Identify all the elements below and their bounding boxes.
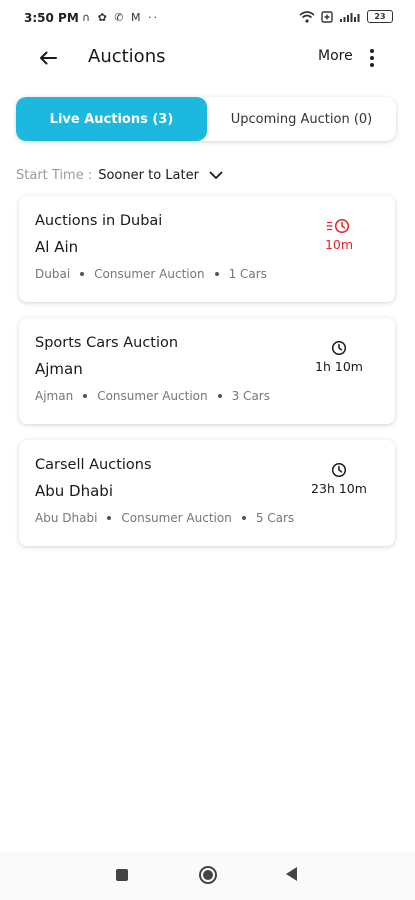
signal-icon xyxy=(340,12,360,22)
sort-row: Start Time : Sooner to Later xyxy=(16,165,223,185)
auction-meta: Dubai Consumer Auction 1 Cars xyxy=(35,267,267,281)
more-dots-icon: ·· xyxy=(148,11,159,24)
separator-dot xyxy=(80,272,85,276)
tab-live-auctions[interactable]: Live Auctions (3) xyxy=(16,97,207,141)
auction-meta: Ajman Consumer Auction 3 Cars xyxy=(35,389,270,403)
gmail-icon: M xyxy=(131,11,143,24)
home-button[interactable] xyxy=(199,866,217,884)
separator-dot xyxy=(107,516,112,520)
auction-car-count: 1 Cars xyxy=(228,267,267,281)
wifi-icon xyxy=(299,10,315,23)
sort-dropdown[interactable]: Sooner to Later xyxy=(98,168,199,183)
tab-upcoming-auction[interactable]: Upcoming Auction (0) xyxy=(207,97,396,141)
alarm-clock-icon xyxy=(326,218,350,234)
auction-card[interactable]: Sports Cars Auction Ajman Ajman Consumer… xyxy=(19,318,395,424)
time-left: 1h 10m xyxy=(315,359,363,374)
auction-type: Consumer Auction xyxy=(94,267,205,281)
more-button[interactable]: More xyxy=(318,48,353,64)
app-bar: Auctions More xyxy=(0,36,415,80)
chevron-down-icon[interactable] xyxy=(209,171,223,180)
auction-card[interactable]: Carsell Auctions Abu Dhabi Abu Dhabi Con… xyxy=(19,440,395,546)
auction-location: Dubai xyxy=(35,267,71,281)
separator-dot xyxy=(217,394,222,398)
auction-location: Abu Dhabi xyxy=(35,511,98,525)
auction-city: Abu Dhabi xyxy=(35,482,113,500)
system-nav-bar xyxy=(0,852,415,900)
auction-timer: 10m xyxy=(299,218,379,252)
auction-car-count: 3 Cars xyxy=(231,389,270,403)
auction-type: Consumer Auction xyxy=(97,389,208,403)
auction-meta: Abu Dhabi Consumer Auction 5 Cars xyxy=(35,511,294,525)
separator-dot xyxy=(214,272,219,276)
separator-dot xyxy=(83,394,88,398)
auction-city: Al Ain xyxy=(35,238,79,256)
system-icons: 23 xyxy=(299,10,393,23)
auction-tabs: Live Auctions (3) Upcoming Auction (0) xyxy=(16,97,396,141)
kebab-menu-icon[interactable] xyxy=(362,45,382,71)
back-button[interactable] xyxy=(34,44,62,72)
status-bar: 3:50 PM ∩ ✿ ✆ M ·· 23 xyxy=(0,0,415,36)
headphones-icon: ∩ xyxy=(82,11,93,24)
status-time: 3:50 PM xyxy=(24,11,79,25)
whatsapp-icon: ✆ xyxy=(114,11,126,24)
auction-title: Auctions in Dubai xyxy=(35,213,163,229)
clock-icon xyxy=(331,462,347,478)
arrow-left-icon xyxy=(40,51,57,65)
time-left: 10m xyxy=(324,237,354,252)
system-back-button[interactable] xyxy=(286,867,297,881)
auction-car-count: 5 Cars xyxy=(255,511,295,525)
auction-city: Ajman xyxy=(35,360,83,378)
auction-timer: 23h 10m xyxy=(299,462,379,496)
data-saver-icon xyxy=(321,10,333,23)
auction-title: Carsell Auctions xyxy=(35,457,152,473)
time-left: 23h 10m xyxy=(311,481,367,496)
gear-icon: ✿ xyxy=(97,11,109,24)
battery-icon: 23 xyxy=(367,10,393,23)
recents-button[interactable] xyxy=(116,869,128,881)
sort-label: Start Time : xyxy=(16,167,93,183)
notification-icons: ∩ ✿ ✆ M ·· xyxy=(82,11,159,24)
auction-type: Consumer Auction xyxy=(121,511,232,525)
separator-dot xyxy=(241,516,246,520)
auction-card[interactable]: Auctions in Dubai Al Ain Dubai Consumer … xyxy=(19,196,395,302)
clock-icon xyxy=(331,340,347,356)
auction-timer: 1h 10m xyxy=(299,340,379,374)
auction-location: Ajman xyxy=(35,389,74,403)
auction-title: Sports Cars Auction xyxy=(35,335,179,351)
page-title: Auctions xyxy=(88,46,166,67)
